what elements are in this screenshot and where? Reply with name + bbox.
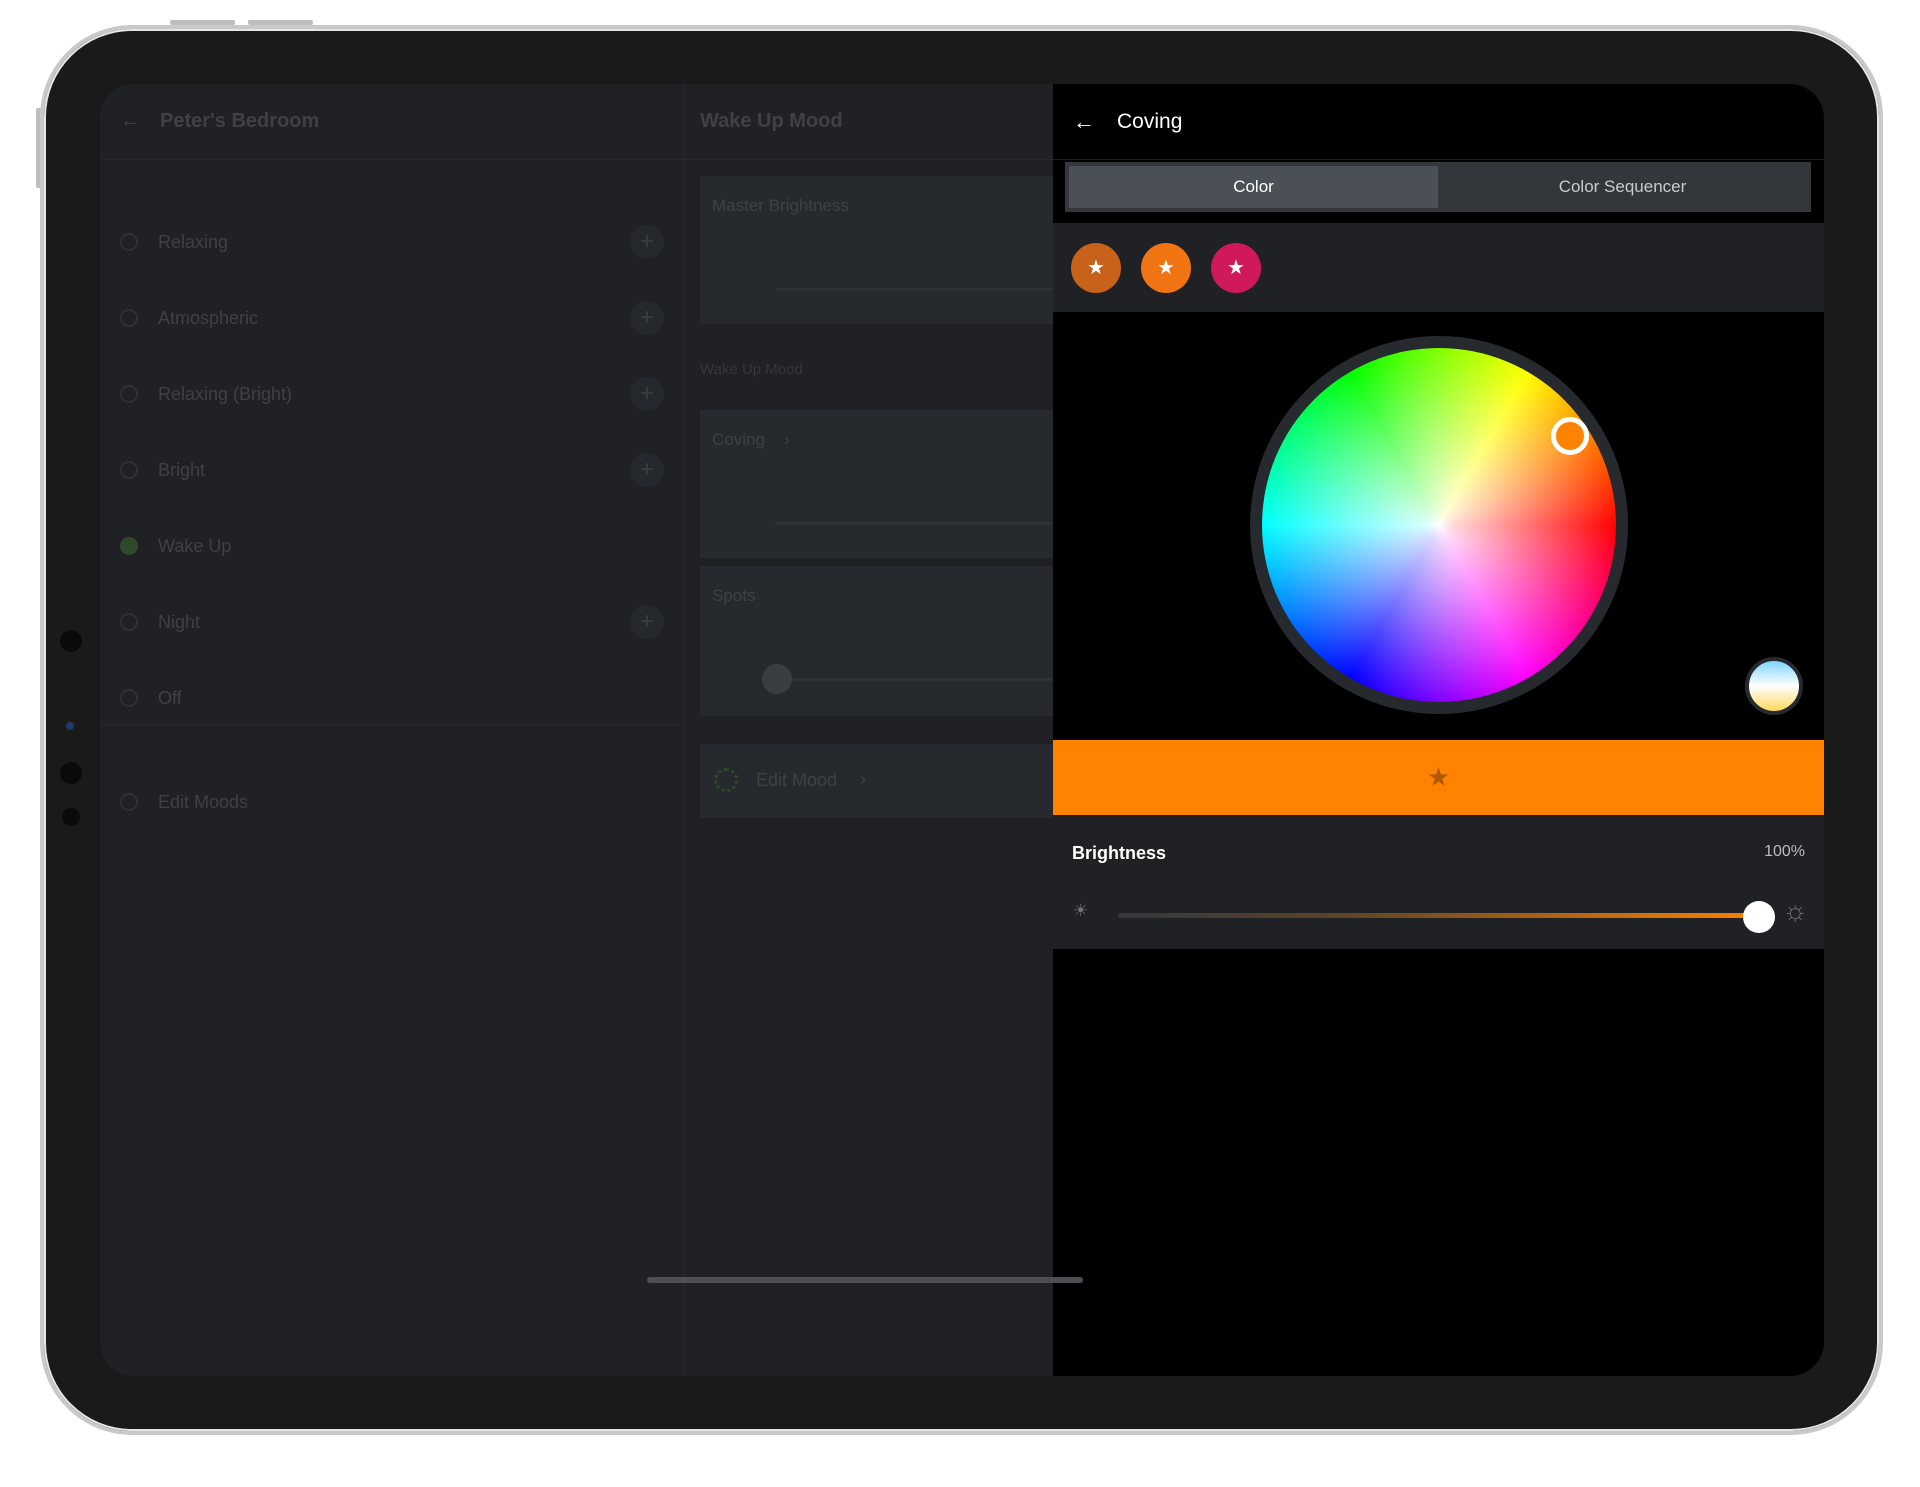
- color-wheel-area: [1053, 312, 1824, 740]
- mood-label: Off: [158, 687, 182, 708]
- radio-icon: [120, 309, 138, 327]
- radio-icon: [120, 613, 138, 631]
- home-indicator[interactable]: [647, 1277, 1083, 1283]
- mode-tabs-wrapper: Color Color Sequencer: [1053, 160, 1824, 223]
- coving-label: Coving: [712, 430, 765, 449]
- sun-small-icon: ☀: [1073, 901, 1089, 920]
- favorites-row: ★ ★ ★: [1053, 223, 1824, 312]
- slider-track: [775, 522, 1100, 525]
- camera-dot: [60, 630, 82, 652]
- brightness-slider-track[interactable]: [1118, 913, 1761, 918]
- camera-dot: [60, 762, 82, 784]
- slider-track: [775, 288, 1100, 291]
- mood-item-atmospheric: Atmospheric +: [100, 298, 685, 338]
- slider-knob: [762, 664, 792, 694]
- star-icon: ★: [1227, 257, 1245, 279]
- panel-header: ← Coving: [1053, 84, 1824, 160]
- gear-icon: [714, 768, 738, 792]
- mood-label: Relaxing: [158, 231, 229, 252]
- screen: ← Peter's Bedroom Relaxing + Atmospheric…: [100, 84, 1824, 1376]
- star-icon: ★: [1157, 257, 1175, 279]
- brightness-slider-knob[interactable]: [1743, 901, 1775, 933]
- mood-item-relaxing-bright: Relaxing (Bright) +: [100, 374, 685, 414]
- mood-item-relaxing: Relaxing +: [100, 222, 685, 262]
- radio-icon: [120, 689, 138, 707]
- edit-mood-label: Edit Mood: [756, 770, 838, 790]
- divider: [100, 724, 685, 725]
- tab-color-sequencer[interactable]: Color Sequencer: [1438, 166, 1807, 208]
- favorite-color-3[interactable]: ★: [1211, 242, 1261, 293]
- edit-moods-label: Edit Moods: [158, 791, 249, 812]
- brightness-label: Brightness: [1072, 843, 1167, 863]
- selected-color-bar: ★: [1053, 740, 1824, 815]
- favorite-color-2[interactable]: ★: [1141, 242, 1191, 293]
- color-wheel-handle[interactable]: [1551, 417, 1589, 455]
- camera-sensor: [66, 722, 74, 730]
- room-title: Peter's Bedroom: [160, 110, 320, 132]
- edit-mood-card: Edit Mood ›: [700, 744, 1100, 818]
- gear-icon: [120, 793, 138, 811]
- add-icon: +: [630, 453, 664, 487]
- section-label: Wake Up Mood: [700, 361, 803, 378]
- room-header: ← Peter's Bedroom: [100, 84, 684, 160]
- mood-label: Night: [158, 611, 201, 632]
- favorite-color-1[interactable]: ★: [1071, 242, 1121, 293]
- chevron-right-icon: ›: [784, 430, 790, 449]
- mood-item-bright: Bright +: [100, 450, 685, 490]
- radio-icon: [120, 233, 138, 251]
- mood-label: Wake Up: [158, 535, 232, 556]
- mood-item-wake-up: Wake Up: [100, 526, 685, 566]
- sun-large-icon: ☼: [1782, 895, 1808, 926]
- star-icon: ★: [1087, 257, 1105, 279]
- add-icon: +: [630, 605, 664, 639]
- brightness-section: Brightness 100% ☀ ☼: [1053, 815, 1824, 949]
- tab-color[interactable]: Color: [1069, 166, 1438, 208]
- mood-title: Wake Up Mood: [700, 110, 843, 132]
- radio-icon: [120, 461, 138, 479]
- panel-title: Coving: [1117, 109, 1183, 133]
- back-arrow-icon: ←: [120, 110, 140, 132]
- back-arrow-icon[interactable]: ←: [1073, 109, 1097, 135]
- mood-header: Wake Up Mood: [686, 84, 1086, 160]
- moods-column: ← Peter's Bedroom Relaxing + Atmospheric…: [100, 84, 685, 1376]
- camera-dot: [62, 808, 80, 826]
- add-icon: +: [630, 225, 664, 259]
- edit-moods-item: Edit Moods: [100, 782, 685, 822]
- color-temperature-button[interactable]: [1745, 657, 1803, 715]
- spots-label: Spots: [712, 586, 756, 605]
- radio-icon: [120, 385, 138, 403]
- add-favorite-star-icon[interactable]: ★: [1427, 762, 1450, 793]
- mood-item-night: Night +: [100, 602, 685, 642]
- master-brightness-label: Master Brightness: [712, 196, 849, 215]
- spots-card: Spots: [700, 566, 1100, 716]
- color-wheel[interactable]: [1262, 348, 1616, 702]
- slider-track: [775, 678, 1100, 681]
- mood-item-off: Off: [100, 678, 685, 718]
- mood-label: Atmospheric: [158, 307, 259, 328]
- coving-card: Coving ›: [700, 410, 1100, 558]
- color-panel: ← Coving Color Color Sequencer ★ ★ ★ ★ B…: [1053, 84, 1824, 1376]
- radio-selected-icon: [120, 537, 138, 555]
- mode-segmented-control: Color Color Sequencer: [1065, 162, 1811, 212]
- mood-label: Bright: [158, 459, 206, 480]
- mood-label: Relaxing (Bright): [158, 383, 293, 404]
- mood-detail-column: Wake Up Mood Master Brightness Wake Up M…: [686, 84, 1100, 1376]
- add-icon: +: [630, 377, 664, 411]
- master-brightness-card: Master Brightness: [700, 176, 1100, 324]
- add-icon: +: [630, 301, 664, 335]
- brightness-value: 100%: [1764, 843, 1805, 860]
- chevron-right-icon: ›: [860, 769, 866, 789]
